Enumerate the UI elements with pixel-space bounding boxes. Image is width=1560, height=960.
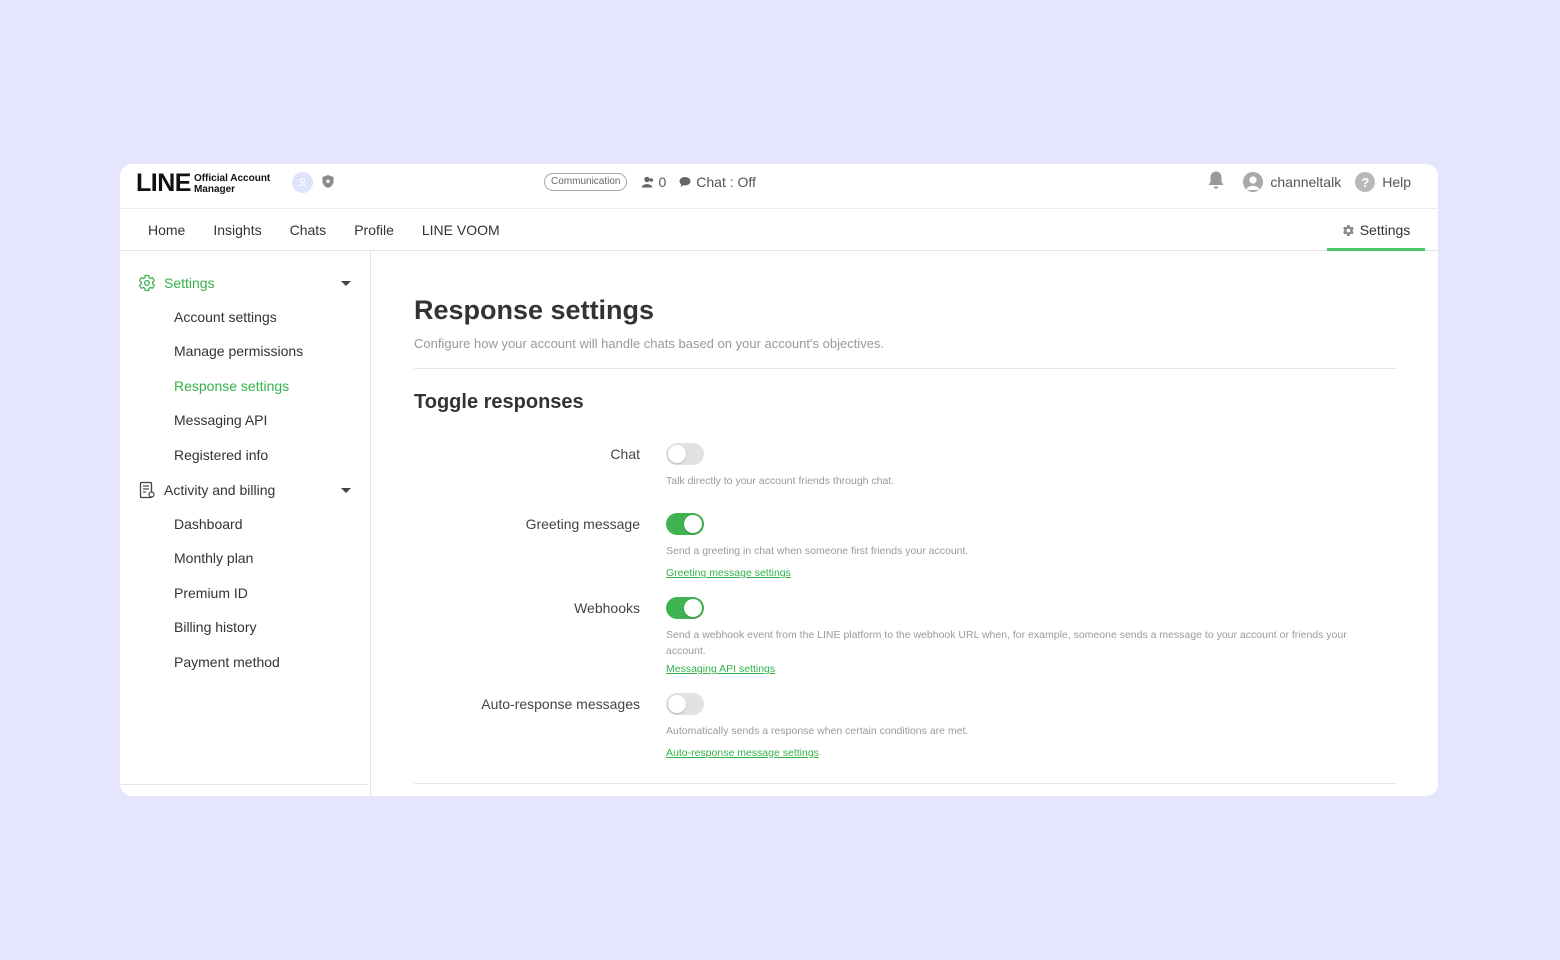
receipt-icon	[139, 481, 155, 499]
account-avatar-icon[interactable]	[292, 172, 313, 193]
greeting-message-label: Greeting message	[525, 516, 640, 532]
sidebar-item-dashboard[interactable]: Dashboard	[174, 516, 243, 532]
chevron-down-icon[interactable]	[341, 488, 351, 493]
auto-response-label: Auto-response messages	[481, 696, 640, 712]
help-icon: ?	[1355, 172, 1376, 192]
sidebar-item-monthly-plan[interactable]: Monthly plan	[174, 550, 253, 566]
auto-response-settings-link[interactable]: Auto-response message settings	[666, 747, 819, 759]
main-nav: Home Insights Chats Profile LINE VOOM Se…	[120, 209, 1438, 251]
greeting-message-settings-link[interactable]: Greeting message settings	[666, 567, 791, 579]
greeting-message-description: Send a greeting in chat when someone fir…	[666, 545, 969, 557]
auto-response-description: Automatically sends a response when cert…	[666, 725, 969, 737]
sidebar-item-registered-info[interactable]: Registered info	[174, 447, 268, 463]
friends-icon	[642, 176, 654, 188]
page-title: Response settings	[414, 295, 655, 325]
top-header: LINE Official Account Manager Communicat…	[120, 164, 1438, 209]
nav-chats[interactable]: Chats	[290, 222, 327, 238]
plan-badge: Communication	[544, 173, 628, 191]
chat-description: Talk directly to your account friends th…	[666, 475, 895, 487]
chat-toggle[interactable]	[666, 443, 704, 465]
sidebar-divider	[120, 784, 367, 785]
page-description: Configure how your account will handle c…	[414, 336, 885, 351]
sidebar: Settings Account settings Manage permissio…	[120, 251, 371, 796]
username: channeltalk	[1270, 174, 1342, 190]
sidebar-item-manage-permissions[interactable]: Manage permissions	[174, 343, 303, 359]
account-status-bar: Communication 0 Chat : Off	[544, 173, 756, 191]
main-content: Response settings Configure how your acc…	[372, 251, 1438, 796]
sidebar-item-response-settings[interactable]: Response settings	[174, 378, 289, 394]
auto-response-toggle[interactable]	[666, 693, 704, 715]
nav-profile[interactable]: Profile	[354, 222, 394, 238]
section-title: Toggle responses	[414, 391, 584, 413]
toggle-knob	[668, 695, 686, 713]
sidebar-group-label: Activity and billing	[164, 482, 276, 498]
sidebar-group-label: Settings	[164, 275, 215, 291]
sidebar-item-payment-method[interactable]: Payment method	[174, 654, 280, 670]
sidebar-item-messaging-api[interactable]: Messaging API	[174, 412, 267, 428]
webhooks-description: Send a webhook event from the LINE platf…	[666, 629, 1347, 657]
logo-main: LINE	[136, 169, 191, 197]
gear-icon	[1342, 224, 1354, 236]
chat-bubble-icon	[679, 177, 691, 187]
help-button[interactable]: ? Help	[1355, 172, 1411, 192]
webhooks-toggle[interactable]	[666, 597, 704, 619]
line-logo[interactable]: LINE Official Account Manager	[136, 171, 270, 196]
messaging-api-settings-link[interactable]: Messaging API settings	[666, 663, 775, 675]
user-avatar-icon	[1243, 172, 1264, 192]
greeting-message-toggle[interactable]	[666, 513, 704, 535]
chat-status[interactable]: Chat : Off	[679, 174, 756, 190]
sidebar-group-activity-billing[interactable]: Activity and billing	[138, 480, 353, 500]
friends-count[interactable]: 0	[641, 174, 666, 190]
logo-subtitle: Official Account Manager	[193, 172, 271, 195]
user-menu[interactable]: channeltalk	[1243, 172, 1341, 192]
sidebar-item-account-settings[interactable]: Account settings	[174, 309, 277, 325]
toggle-knob	[684, 599, 702, 617]
nav-settings[interactable]: Settings	[1327, 209, 1425, 251]
toggle-knob	[684, 515, 702, 533]
header-actions: channeltalk ? Help	[1207, 170, 1411, 195]
nav-insights[interactable]: Insights	[213, 222, 261, 238]
shield-icon	[321, 174, 335, 194]
divider	[414, 368, 1396, 369]
sidebar-item-premium-id[interactable]: Premium ID	[174, 585, 248, 601]
chat-label: Chat	[610, 446, 640, 462]
sidebar-group-settings[interactable]: Settings	[138, 273, 353, 293]
nav-home[interactable]: Home	[148, 222, 185, 238]
app-window: LINE Official Account Manager Communicat…	[120, 164, 1438, 796]
divider-bottom	[414, 783, 1396, 784]
webhooks-label: Webhooks	[574, 600, 640, 616]
chevron-down-icon[interactable]	[341, 281, 351, 286]
nav-line-voom[interactable]: LINE VOOM	[422, 222, 500, 238]
toggle-knob	[668, 445, 686, 463]
gear-outline-icon	[138, 274, 155, 292]
sidebar-item-billing-history[interactable]: Billing history	[174, 619, 256, 635]
bell-icon[interactable]	[1207, 170, 1225, 195]
